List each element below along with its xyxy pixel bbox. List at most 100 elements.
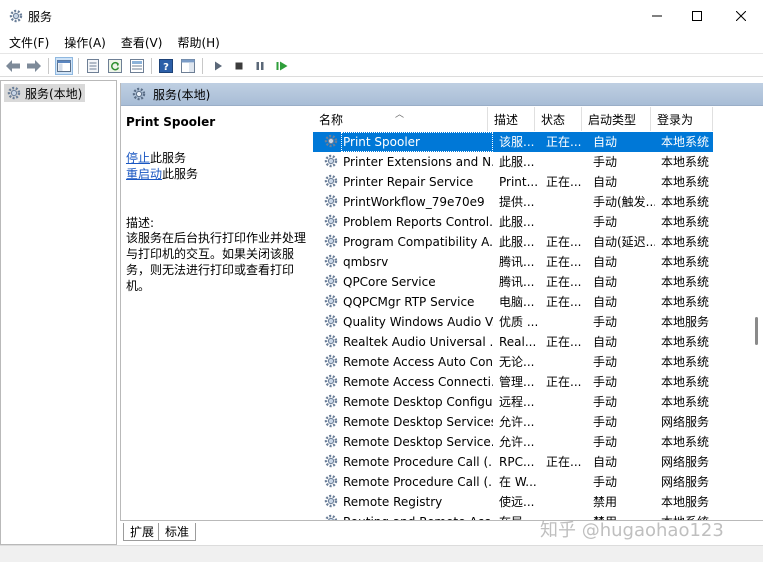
properties-icon	[87, 59, 99, 73]
stop-service-button[interactable]	[230, 57, 248, 75]
cell-description: 允许...	[499, 435, 535, 449]
cell-startup-type: 自动	[593, 275, 618, 289]
table-row[interactable]: Quality Windows Audio V... 优质 ... 手动 本地服务	[313, 312, 713, 332]
cell-name: Remote Access Auto Con...	[343, 355, 493, 369]
gear-icon	[131, 86, 147, 102]
service-gear-icon	[323, 373, 341, 391]
cell-status	[546, 492, 588, 512]
pause-service-button[interactable]	[251, 57, 269, 75]
description-text: 该服务在后台执行打印作业并处理与打印机的交互。如果关闭该服务，则无法进行打印或查…	[126, 231, 307, 293]
minimize-button[interactable]	[635, 0, 679, 31]
show-hide-console-tree-button[interactable]	[55, 57, 73, 75]
table-row[interactable]: QQPCMgr RTP Service 电脑... 正在... 自动 本地系统	[313, 292, 713, 312]
cell-startup-type: 自动	[593, 335, 618, 349]
service-gear-icon	[323, 333, 341, 351]
table-row[interactable]: Program Compatibility A... 此服... 正在... 自动(延…	[313, 232, 713, 252]
table-row[interactable]: Remote Desktop Configu... 远程... 手动 本地系统	[313, 392, 713, 412]
close-button[interactable]	[719, 0, 763, 31]
service-gear-icon	[323, 473, 341, 491]
cell-status: 正在...	[546, 455, 582, 469]
table-row[interactable]: Printer Repair Service Print... 正在... 自动 本地系…	[313, 172, 713, 192]
cell-log-on-as: 本地系统	[661, 275, 710, 289]
table-row[interactable]: Remote Procedure Call (... RPC... 正在... 自动 网…	[313, 452, 713, 472]
column-header-log-on-as[interactable]: 登录为	[651, 107, 713, 131]
table-row[interactable]: Remote Desktop Service... 允许... 手动 本地系统	[313, 432, 713, 452]
show-action-pane-button[interactable]	[179, 57, 197, 75]
status-bar	[0, 545, 763, 562]
tab-standard[interactable]: 标准	[158, 523, 197, 541]
table-row[interactable]: PrintWorkflow_79e70e9 提供... 手动(触发... 本地系统	[313, 192, 713, 212]
table-row[interactable]: Printer Extensions and N... 此服... 手动 本地系统	[313, 152, 713, 172]
cell-name: Remote Procedure Call (...	[343, 475, 493, 489]
refresh-icon	[108, 59, 122, 73]
service-gear-icon	[323, 353, 341, 371]
export-list-button[interactable]	[128, 57, 146, 75]
table-row[interactable]: Remote Desktop Services 允许... 手动 网络服务	[313, 412, 713, 432]
forward-button[interactable]	[25, 57, 43, 75]
gear-icon	[6, 85, 22, 101]
cell-log-on-as: 本地系统	[661, 355, 710, 369]
cell-description: 腾讯...	[499, 275, 535, 289]
restart-service-button[interactable]	[273, 57, 291, 75]
selected-service-name: Print Spooler	[126, 115, 216, 129]
menu-help[interactable]: 帮助(H)	[177, 34, 219, 51]
cell-startup-type: 手动	[593, 435, 618, 449]
cell-startup-type: 手动	[593, 215, 618, 229]
properties-button[interactable]	[84, 57, 102, 75]
cell-description: RPC...	[499, 455, 535, 469]
table-row[interactable]: Print Spooler 该服... 正在... 自动 本地系统	[313, 132, 713, 152]
column-header-description[interactable]: 描述	[488, 107, 535, 131]
menu-action[interactable]: 操作(A)	[64, 34, 106, 51]
cell-log-on-as: 本地系统	[661, 135, 710, 149]
column-header-name[interactable]: 名称	[313, 107, 488, 131]
cell-log-on-as: 网络服务	[661, 455, 710, 469]
stop-icon	[235, 62, 243, 70]
cell-description: 优质 ...	[499, 315, 539, 329]
cell-startup-type: 手动	[593, 355, 618, 369]
stop-service-link[interactable]: 停止	[126, 151, 150, 165]
menu-view[interactable]: 查看(V)	[121, 34, 163, 51]
table-row[interactable]: QPCore Service 腾讯... 正在... 自动 本地系统	[313, 272, 713, 292]
tree-item-services-local[interactable]: 服务(本地)	[4, 84, 86, 102]
back-button[interactable]	[4, 57, 22, 75]
export-list-icon	[130, 59, 144, 73]
watermark: 知乎 @hugaohao123	[540, 520, 724, 541]
service-gear-icon	[323, 213, 341, 231]
scrollbar-thumb[interactable]	[755, 317, 758, 345]
table-row[interactable]: Realtek Audio Universal ... Real... 正在... 自…	[313, 332, 713, 352]
restart-link-suffix: 此服务	[162, 167, 199, 181]
restart-service-link[interactable]: 重启动	[126, 167, 162, 181]
restart-link-row: 重启动此服务	[126, 165, 198, 182]
cell-status: 正在...	[546, 335, 582, 349]
menu-file[interactable]: 文件(F)	[9, 34, 49, 51]
table-row[interactable]: Remote Access Connecti... 管理... 正在... 手动 本地系…	[313, 372, 713, 392]
restart-icon	[276, 61, 288, 71]
cell-status	[546, 392, 588, 412]
service-gear-icon	[323, 413, 341, 431]
cell-name: Remote Desktop Services	[343, 415, 493, 429]
cell-log-on-as: 本地系统	[661, 375, 710, 389]
tab-extended[interactable]: 扩展	[123, 523, 162, 541]
column-header-startup-type[interactable]: 启动类型	[582, 107, 651, 131]
start-service-button[interactable]	[209, 57, 227, 75]
table-row[interactable]: qmbsrv 腾讯... 正在... 自动 本地系统	[313, 252, 713, 272]
cell-name: Problem Reports Control...	[343, 215, 493, 229]
service-gear-icon	[323, 253, 341, 271]
help-button[interactable]: ?	[157, 57, 175, 75]
cell-startup-type: 自动	[593, 135, 618, 149]
table-row[interactable]: Remote Registry 使远... 禁用 本地服务	[313, 492, 713, 512]
table-row[interactable]: Problem Reports Control... 此服... 手动 本地系统	[313, 212, 713, 232]
table-row[interactable]: Remote Access Auto Con... 无论... 手动 本地系统	[313, 352, 713, 372]
cell-name: qmbsrv	[343, 255, 389, 269]
cell-description: 此服...	[499, 155, 535, 169]
table-row[interactable]: Remote Procedure Call (... 在 W... 手动 网络服务	[313, 472, 713, 492]
cell-name: Remote Procedure Call (...	[343, 455, 493, 469]
refresh-button[interactable]	[106, 57, 124, 75]
cell-startup-type: 自动(延迟...	[593, 235, 655, 249]
column-header-status[interactable]: 状态	[535, 107, 582, 131]
vertical-scrollbar[interactable]	[752, 107, 763, 521]
cell-description: 此服...	[499, 235, 535, 249]
maximize-button[interactable]	[675, 0, 719, 31]
console-tree: 服务(本地)	[0, 80, 117, 545]
cell-status: 正在...	[546, 235, 582, 249]
